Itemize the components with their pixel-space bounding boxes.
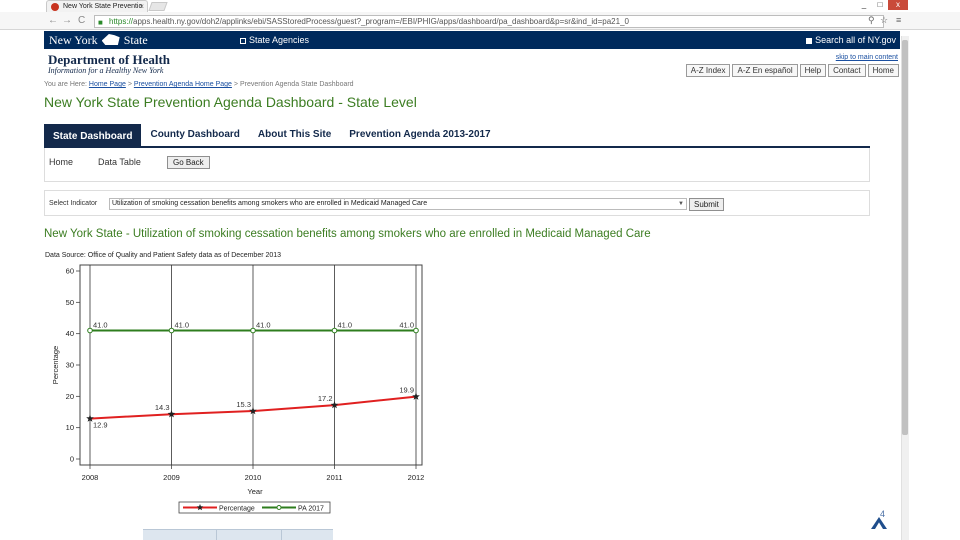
y-axis-title: Percentage	[51, 346, 60, 384]
y-tick-label: 10	[66, 423, 74, 432]
data-label: 12.9	[93, 421, 108, 430]
data-point	[331, 327, 338, 334]
data-label: 17.2	[318, 394, 333, 403]
scrollbar-thumb[interactable]	[902, 40, 908, 435]
y-tick-label: 20	[66, 392, 74, 401]
slide-number: 4	[880, 509, 886, 519]
plot-frame	[79, 264, 423, 466]
y-tick-label: 30	[66, 361, 74, 370]
data-label: 41.0	[175, 321, 190, 330]
legend-label: Percentage	[219, 506, 255, 513]
bottom-tab-strip	[143, 529, 333, 540]
data-label: 15.3	[236, 400, 251, 409]
y-tick-label: 0	[70, 455, 74, 464]
data-label: 19.9	[399, 386, 414, 395]
data-label: 41.0	[399, 321, 414, 330]
data-label: 41.0	[256, 321, 271, 330]
data-point	[168, 327, 175, 334]
data-label: 14.3	[155, 403, 170, 412]
x-axis-title: Year	[247, 487, 263, 496]
data-point	[250, 327, 256, 334]
data-label: 41.0	[93, 321, 108, 330]
x-tick-label: 2008	[82, 473, 99, 482]
legend-marker	[276, 505, 282, 510]
x-tick-label: 2010	[245, 473, 262, 482]
x-tick-label: 2011	[326, 473, 342, 482]
legend-label: PA 2017	[298, 506, 324, 513]
x-tick-label: 2012	[408, 473, 425, 482]
tab-divider	[216, 530, 217, 540]
y-tick-label: 60	[66, 267, 74, 276]
x-tick-label: 2009	[163, 473, 180, 482]
data-point	[413, 327, 419, 334]
line-chart: 0 10 20 30 40 50 60 2008 2009 2010 2011 2012 Year Per…	[51, 264, 425, 514]
data-label: 41.0	[338, 321, 353, 330]
y-tick-label: 50	[66, 298, 74, 307]
tab-divider	[281, 530, 282, 540]
data-point	[87, 327, 93, 334]
y-tick-label: 40	[66, 329, 74, 338]
